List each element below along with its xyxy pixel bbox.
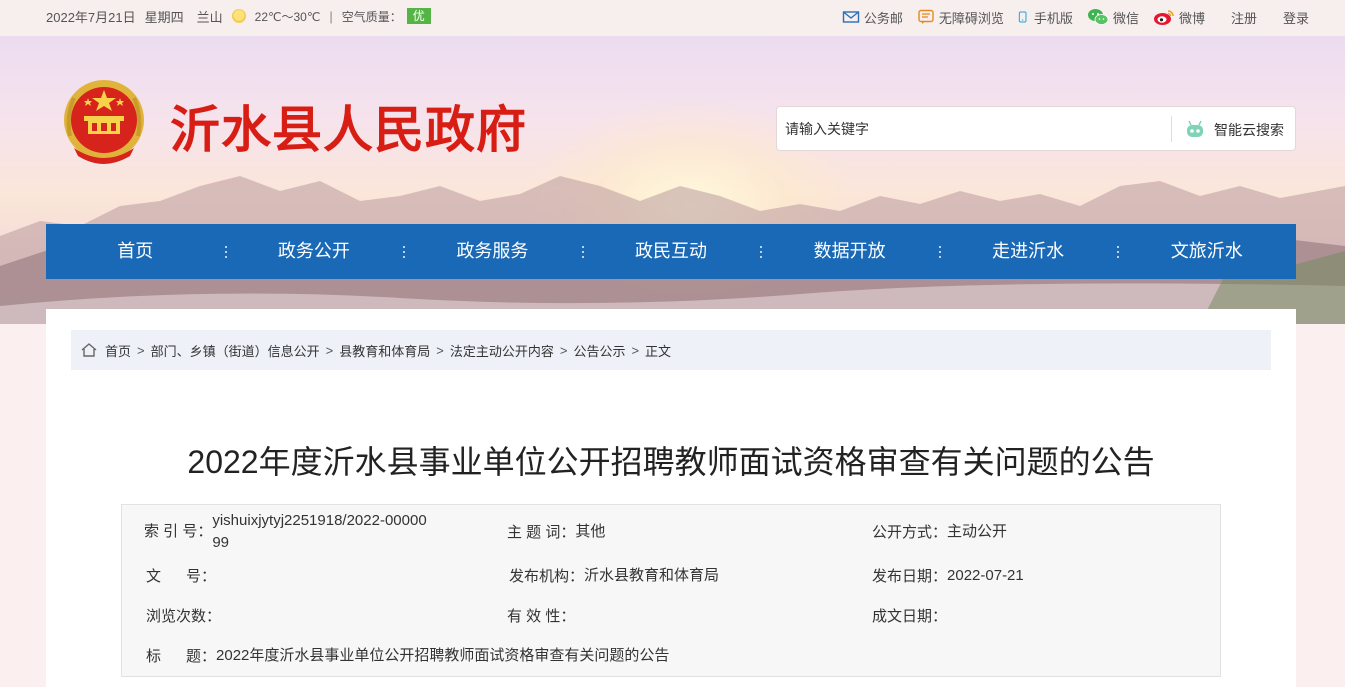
email-link-label: 公务邮 (863, 10, 903, 26)
meta-title: 标 题： 2022年度沂水县事业单位公开招聘教师面试资格审查有关问题的公告 (146, 645, 669, 667)
accessibility-link[interactable]: 无障碍浏览 (917, 8, 1004, 27)
nav-item-home[interactable]: 首页 (46, 224, 225, 279)
mobile-link[interactable]: 手机版 (1018, 8, 1073, 27)
meta-title-label: 标 题： (146, 648, 217, 665)
search-divider (1171, 116, 1172, 142)
breadcrumb-notices[interactable]: 公告公示 (573, 341, 625, 360)
smart-search-button[interactable]: 智能云搜索 (1180, 107, 1284, 152)
breadcrumb-separator: > (631, 342, 640, 358)
wechat-icon (1087, 9, 1109, 25)
nav-item-government-services[interactable]: 政务服务 (403, 224, 582, 279)
meta-pub-date-label: 发布日期： (872, 568, 948, 585)
main-content: 首页 > 部门、乡镇（街道）信息公开 > 县教育和体育局 > 法定主动公开内容 … (46, 309, 1296, 687)
site-title: 沂水县人民政府 (170, 100, 527, 159)
meta-title-value: 2022年度沂水县事业单位公开招聘教师面试资格审查有关问题的公告 (216, 647, 670, 664)
breadcrumb-separator: > (436, 342, 444, 358)
nav-item-government-affairs[interactable]: 政务公开 (224, 224, 404, 279)
meta-disclosure-label: 公开方式： (872, 524, 948, 541)
divider: | (329, 8, 333, 24)
article-title: 2022年度沂水县事业单位公开招聘教师面试资格审查有关问题的公告 (187, 444, 1155, 480)
breadcrumb-separator: > (559, 342, 568, 358)
air-quality-label: 空气质量： (341, 9, 402, 24)
accessibility-link-label: 无障碍浏览 (938, 10, 1004, 26)
weekday-text: 星期四 (144, 9, 184, 25)
weibo-link-label: 微博 (1178, 10, 1205, 26)
wechat-link-label: 微信 (1112, 10, 1139, 26)
meta-validity-label: 有 效 性： (507, 608, 576, 625)
meta-subject-value: 其他 (575, 523, 606, 540)
breadcrumb-education-bureau[interactable]: 县教育和体育局 (339, 341, 430, 360)
meta-views: 浏览次数： (146, 605, 221, 626)
breadcrumb-separator: > (325, 342, 334, 358)
meta-views-label: 浏览次数： (146, 608, 222, 625)
meta-validity: 有 效 性： (507, 605, 575, 626)
metadata-table: 索 引 号： yishuixjytyj2251918/2022-0000099 … (121, 504, 1221, 677)
home-icon (81, 343, 97, 357)
mobile-link-label: 手机版 (1033, 10, 1073, 26)
login-link[interactable]: 登录 (1283, 8, 1309, 27)
meta-subject: 主 题 词： 其他 (507, 521, 605, 543)
weibo-icon (1153, 10, 1174, 25)
meta-doc-no-label: 文 号： (146, 568, 217, 585)
accessibility-icon (918, 9, 934, 24)
email-link[interactable]: 公务邮 (842, 8, 903, 27)
top-links: 公务邮 无障碍浏览 手机版 微信 微博 注册 登录 (828, 0, 1309, 34)
meta-index-value: yishuixjytyj2251918/2022-0000099 (212, 512, 427, 551)
smart-search-label: 智能云搜索 (1214, 121, 1284, 138)
city-text: 兰山 (196, 9, 223, 25)
search-box: 智能云搜索 (776, 106, 1296, 151)
national-emblem-icon (64, 80, 144, 164)
meta-disclosure: 公开方式： 主动公开 (872, 521, 1007, 543)
meta-index-label: 索 引 号： (144, 523, 213, 540)
weibo-link[interactable]: 微博 (1153, 8, 1205, 27)
breadcrumb-statutory-content[interactable]: 法定主动公开内容 (450, 341, 554, 360)
search-input[interactable] (785, 113, 1165, 145)
sunny-icon (231, 9, 246, 23)
meta-pub-date: 发布日期： 2022-07-21 (872, 565, 1024, 587)
register-link[interactable]: 注册 (1231, 8, 1257, 27)
meta-pub-date-value: 2022-07-21 (947, 567, 1024, 584)
breadcrumb-home[interactable]: 首页 (105, 341, 131, 360)
nav-item-about-yishui[interactable]: 走进沂水 (938, 224, 1118, 279)
mountain-scenery (0, 176, 1345, 324)
meta-index: 索 引 号： yishuixjytyj2251918/2022-0000099 (144, 510, 427, 554)
date-text: 2022年7月21日 (46, 9, 136, 25)
meta-written-date: 成文日期： (872, 605, 947, 626)
meta-issuer-label: 发布机构： (509, 568, 585, 585)
nav-item-culture-tourism[interactable]: 文旅沂水 (1117, 224, 1296, 279)
robot-icon (1187, 120, 1203, 137)
mobile-icon (1018, 11, 1027, 23)
meta-issuer: 发布机构： 沂水县教育和体育局 (509, 565, 719, 587)
top-bar: 2022年7月21日 星期四 兰山 22℃～30℃ | 空气质量： 优 公务邮 … (0, 0, 1345, 36)
meta-subject-label: 主 题 词： (507, 524, 576, 541)
header-banner: 沂水县人民政府 智能云搜索 (0, 36, 1345, 324)
temperature-text: 22℃～30℃ (254, 9, 321, 24)
date-weather: 2022年7月21日 星期四 兰山 22℃～30℃ | 空气质量： 优 (46, 0, 431, 32)
main-nav: 首页 政务公开 政务服务 政民互动 数据开放 走进沂水 文旅沂水 (46, 224, 1296, 279)
breadcrumb-dept-info[interactable]: 部门、乡镇（街道）信息公开 (151, 341, 320, 360)
meta-written-date-label: 成文日期： (872, 608, 948, 625)
nav-item-interaction[interactable]: 政民互动 (581, 224, 761, 279)
meta-issuer-value: 沂水县教育和体育局 (584, 567, 720, 584)
meta-doc-no: 文 号： (146, 565, 216, 586)
air-quality-badge: 优 (406, 8, 431, 24)
nav-item-open-data[interactable]: 数据开放 (760, 224, 939, 279)
wechat-link[interactable]: 微信 (1087, 8, 1139, 27)
breadcrumb-separator: > (137, 342, 145, 358)
mail-icon (842, 11, 860, 23)
breadcrumb: 首页 > 部门、乡镇（街道）信息公开 > 县教育和体育局 > 法定主动公开内容 … (71, 330, 1271, 370)
meta-disclosure-value: 主动公开 (947, 523, 1008, 540)
breadcrumb-current: 正文 (645, 343, 672, 359)
